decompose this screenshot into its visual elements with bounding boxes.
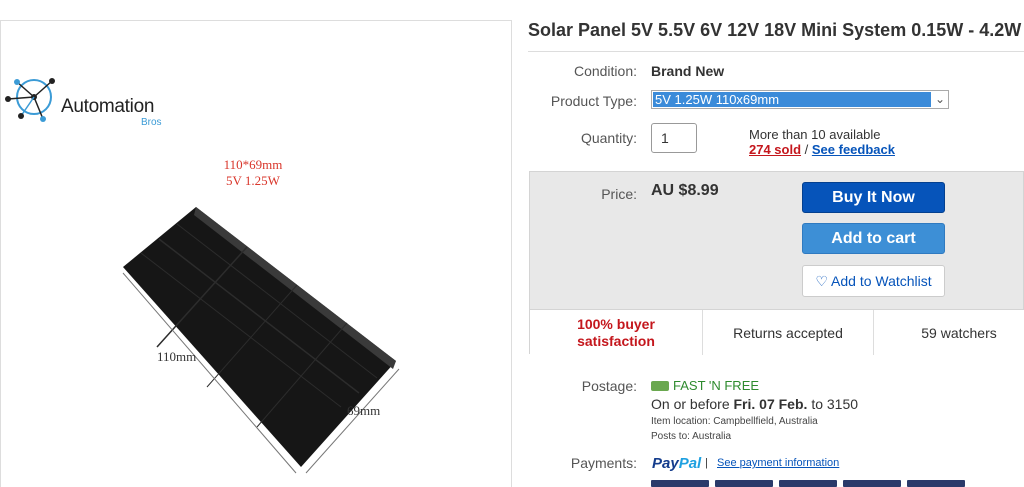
add-to-cart-button[interactable]: Add to cart	[802, 223, 945, 254]
delivery-prefix: On or before	[651, 396, 730, 412]
card-logo	[715, 480, 773, 487]
dimension-caption: 110*69mm 5V 1.25W	[193, 157, 313, 189]
product-type-selected: 5V 1.25W 110x69mm	[653, 92, 931, 107]
satisfaction-line-2: satisfaction	[577, 332, 655, 349]
returns-accepted: Returns accepted	[733, 324, 843, 341]
item-location: Item location: Campbellfield, Australia	[651, 416, 818, 427]
payment-card-logos	[651, 480, 1024, 487]
card-logo	[843, 480, 901, 487]
delivery-date: Fri. 07 Feb.	[733, 396, 808, 412]
sold-feedback: 274 sold / See feedback	[749, 142, 895, 157]
listing-stats: 100% buyer satisfaction Returns accepted…	[530, 309, 1024, 355]
heart-icon: ♡	[815, 273, 828, 289]
quantity-label: Quantity:	[580, 130, 637, 146]
availability-text: More than 10 available	[749, 127, 881, 142]
product-type-label: Product Type:	[550, 93, 637, 109]
dimension-width: 69mm	[347, 403, 381, 418]
price-value: AU $8.99	[651, 182, 719, 199]
listing-title: Solar Panel 5V 5.5V 6V 12V 18V Mini Syst…	[528, 20, 1022, 40]
dimension-size: 110*69mm	[223, 157, 283, 172]
logo-name: Automation	[61, 96, 155, 117]
dimension-length: 110mm	[157, 349, 197, 364]
payments-label: Payments:	[570, 455, 637, 471]
product-type-select[interactable]: 5V 1.25W 110x69mm ⌄	[651, 90, 949, 109]
posts-to: Posts to: Australia	[651, 431, 732, 442]
satisfaction-line-1: 100% buyer	[577, 315, 655, 332]
add-to-watchlist-button[interactable]: ♡ Add to Watchlist	[802, 265, 945, 297]
card-logo	[651, 480, 709, 487]
card-logo	[779, 480, 837, 487]
buy-it-now-button[interactable]: Buy It Now	[802, 182, 945, 213]
see-payment-info-link[interactable]: See payment information	[717, 457, 839, 469]
logo-subtitle: Bros	[141, 117, 162, 128]
truck-icon	[651, 381, 669, 391]
paypal-logo: PayPal	[652, 455, 701, 472]
fast-n-free-text: FAST 'N FREE	[673, 378, 760, 393]
product-image-panel[interactable]: Automation Bros 110*69mm 5V 1.25W 110mm …	[0, 20, 512, 487]
dimension-spec: 5V 1.25W	[226, 173, 280, 188]
quantity-input[interactable]: 1	[651, 123, 697, 153]
see-feedback-link[interactable]: See feedback	[812, 142, 895, 157]
automation-bros-logo: Automation Bros	[3, 69, 173, 129]
paypal-pal: Pal	[678, 455, 702, 472]
watchlist-label: Add to Watchlist	[831, 273, 932, 289]
sold-separator: /	[801, 142, 812, 157]
sold-count-link[interactable]: 274 sold	[749, 142, 801, 157]
solar-panel-image	[122, 207, 400, 474]
payment-separator: |	[705, 457, 708, 469]
chevron-down-icon: ⌄	[934, 92, 945, 106]
condition-value: Brand New	[651, 63, 725, 79]
postage-label: Postage:	[581, 378, 637, 394]
card-logo	[907, 480, 965, 487]
logo-mark-icon	[5, 78, 55, 122]
delivery-estimate: On or before Fri. 07 Feb. to 3150	[651, 396, 858, 412]
title-divider	[528, 51, 1024, 52]
delivery-suffix: to 3150	[811, 396, 859, 412]
price-label: Price:	[601, 186, 637, 202]
ebay-listing-page: Automation Bros 110*69mm 5V 1.25W 110mm …	[0, 0, 1024, 487]
buyer-satisfaction: 100% buyer satisfaction	[530, 310, 702, 355]
watchers-count: 59 watchers	[921, 324, 997, 341]
paypal-pay: Pay	[652, 455, 679, 472]
condition-label: Condition:	[573, 63, 637, 79]
fast-n-free: FAST 'N FREE	[651, 378, 759, 393]
